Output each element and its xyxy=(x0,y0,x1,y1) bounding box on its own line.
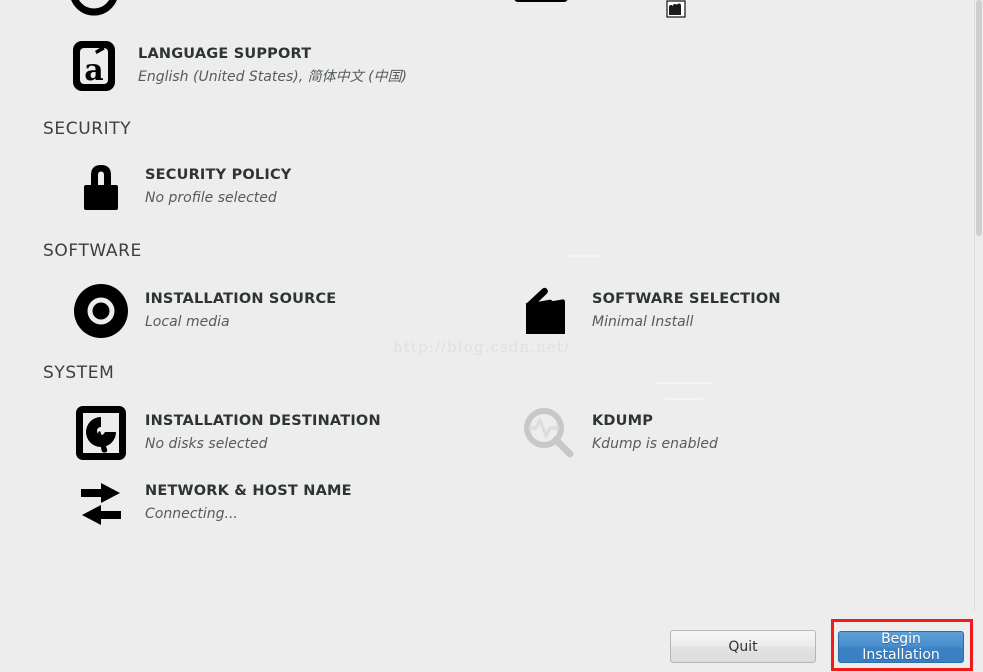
spoke-status: Connecting... xyxy=(145,505,238,522)
spoke-title: NETWORK & HOST NAME xyxy=(145,483,352,500)
vertical-scrollbar-track[interactable] xyxy=(974,0,983,610)
begin-installation-button[interactable]: Begin Installation xyxy=(838,631,964,663)
ghost-separator xyxy=(568,255,604,257)
language-icon: a xyxy=(66,38,122,94)
spoke-status: English (US), Chinese xyxy=(585,0,735,3)
spoke-network-host-name[interactable]: NETWORK & HOST NAME Connecting... xyxy=(73,475,352,531)
harddrive-icon xyxy=(73,405,129,461)
lock-icon xyxy=(73,159,129,215)
watermark-text: http://blog.csdn.net/ xyxy=(393,338,571,356)
ghost-separator xyxy=(655,382,713,384)
spoke-text: LANGUAGE SUPPORT English (United States)… xyxy=(138,45,407,87)
spoke-title: INSTALLATION SOURCE xyxy=(145,291,337,308)
spoke-software-selection[interactable]: SOFTWARE SELECTION Minimal Install xyxy=(520,283,781,339)
spoke-keyboard[interactable]: English (US), Chinese xyxy=(513,0,735,20)
mouse-cursor-icon xyxy=(666,0,686,18)
vertical-scrollbar-thumb[interactable] xyxy=(976,0,982,236)
keyboard-icon xyxy=(513,0,569,20)
magnifier-waveform-icon xyxy=(520,405,576,461)
spoke-installation-source[interactable]: INSTALLATION SOURCE Local media xyxy=(73,283,336,339)
spoke-status: Kdump is enabled xyxy=(592,435,718,452)
spoke-title: KDUMP xyxy=(592,413,654,430)
spoke-security-policy[interactable]: SECURITY POLICY No profile selected xyxy=(73,159,292,215)
spoke-title: SECURITY POLICY xyxy=(145,167,292,184)
clock-icon xyxy=(66,0,122,20)
spoke-text: INSTALLATION SOURCE Local media xyxy=(145,290,336,332)
spoke-title: LANGUAGE SUPPORT xyxy=(138,46,312,63)
spoke-text: English (US), Chinese xyxy=(585,0,735,3)
quit-button[interactable]: Quit xyxy=(670,630,816,663)
spoke-text: NETWORK & HOST NAME Connecting... xyxy=(145,482,352,524)
package-icon xyxy=(520,283,576,339)
spoke-status: Asia/Hong Kong timezone xyxy=(138,0,318,3)
spoke-installation-destination[interactable]: INSTALLATION DESTINATION No disks select… xyxy=(73,405,381,461)
spoke-title: SOFTWARE SELECTION xyxy=(592,291,781,308)
ghost-separator xyxy=(665,398,703,400)
section-heading-security: SECURITY xyxy=(43,119,132,139)
spoke-status: No profile selected xyxy=(145,189,277,206)
spoke-title: INSTALLATION DESTINATION xyxy=(145,413,381,430)
spoke-status: Minimal Install xyxy=(592,313,694,330)
spoke-text: INSTALLATION DESTINATION No disks select… xyxy=(145,412,381,454)
spoke-date-time[interactable]: Asia/Hong Kong timezone xyxy=(66,0,318,20)
spoke-text: SECURITY POLICY No profile selected xyxy=(145,166,292,208)
spoke-status: English (United States), 简体中文 (中国) xyxy=(138,68,408,85)
section-heading-software: SOFTWARE xyxy=(43,241,142,261)
disc-icon xyxy=(73,283,129,339)
spoke-kdump[interactable]: KDUMP Kdump is enabled xyxy=(520,405,718,461)
spoke-text: Asia/Hong Kong timezone xyxy=(138,0,318,3)
spoke-text: KDUMP Kdump is enabled xyxy=(592,412,718,454)
spoke-status: No disks selected xyxy=(145,435,268,452)
spoke-status: Local media xyxy=(145,313,230,330)
anaconda-installation-summary: Asia/Hong Kong timezone English ( xyxy=(0,0,983,672)
spoke-text: SOFTWARE SELECTION Minimal Install xyxy=(592,290,781,332)
spoke-language-support[interactable]: a LANGUAGE SUPPORT English (United State… xyxy=(66,38,407,94)
svg-text:a: a xyxy=(84,53,103,88)
network-arrows-icon xyxy=(73,475,129,531)
section-heading-system: SYSTEM xyxy=(43,363,115,383)
button-bar xyxy=(0,610,983,672)
summary-scroll-content: Asia/Hong Kong timezone English ( xyxy=(0,0,975,610)
